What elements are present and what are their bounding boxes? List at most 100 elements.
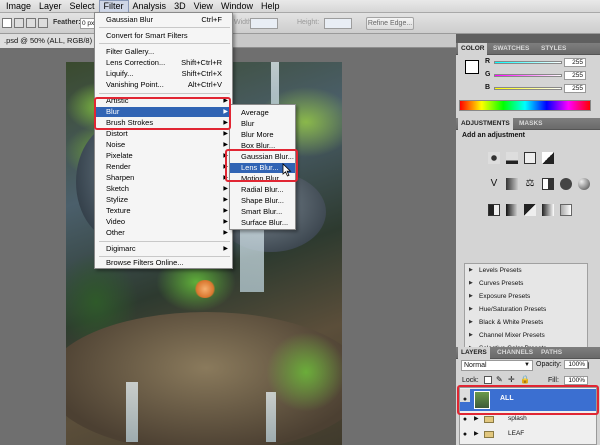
menu-item-distort[interactable]: Distort ▶ bbox=[95, 129, 232, 139]
lock-all-icon[interactable]: 🔒 bbox=[520, 376, 530, 384]
menu-item-label: Vanishing Point... bbox=[106, 80, 164, 89]
menu-filter[interactable]: Filter bbox=[98, 0, 129, 13]
menu-item-noise[interactable]: Noise ▶ bbox=[95, 140, 232, 150]
menu-window[interactable]: Window bbox=[217, 0, 257, 13]
curves-icon[interactable] bbox=[524, 152, 536, 164]
menu-item-pixelate[interactable]: Pixelate ▶ bbox=[95, 151, 232, 161]
shortcut: Shift+Ctrl+R bbox=[181, 58, 222, 67]
menu-item-filter-gallery[interactable]: Filter Gallery... bbox=[95, 47, 232, 57]
color-panel-tabs: COLOR SWATCHES STYLES bbox=[456, 43, 600, 55]
document-tab[interactable]: .psd @ 50% (ALL, RGB/8) * bbox=[0, 34, 103, 48]
foreground-color-swatch[interactable] bbox=[465, 60, 479, 74]
tab-paths[interactable]: PATHS bbox=[538, 347, 565, 359]
menu-help[interactable]: Help bbox=[257, 0, 284, 13]
shortcut: Alt+Ctrl+V bbox=[187, 80, 222, 89]
submenu-item-blur-more[interactable]: Blur More bbox=[230, 130, 295, 140]
expand-arrow-icon[interactable]: ▶ bbox=[474, 430, 479, 437]
preset-hue-saturation[interactable]: Hue/Saturation Presets bbox=[466, 304, 586, 315]
preset-black-white[interactable]: Black & White Presets bbox=[466, 317, 586, 328]
opacity-field[interactable]: 100% bbox=[564, 360, 588, 369]
threshold-icon[interactable] bbox=[524, 204, 536, 216]
brightness-contrast-icon[interactable] bbox=[488, 152, 500, 164]
selection-intersect-icon[interactable] bbox=[38, 18, 48, 28]
channel-r-slider[interactable] bbox=[494, 61, 562, 64]
preset-exposure[interactable]: Exposure Presets bbox=[466, 291, 586, 302]
tab-channels[interactable]: CHANNELS bbox=[494, 347, 536, 359]
channel-r-value[interactable]: 255 bbox=[564, 58, 586, 67]
selection-add-icon[interactable] bbox=[14, 18, 24, 28]
tab-color[interactable]: COLOR bbox=[458, 43, 488, 55]
channel-g-value[interactable]: 255 bbox=[564, 71, 586, 80]
submenu-item-surface-blur[interactable]: Surface Blur... bbox=[230, 218, 295, 228]
layer-row-leaf[interactable]: ● ▶ LEAF bbox=[460, 428, 596, 441]
menu-layer[interactable]: Layer bbox=[35, 0, 66, 13]
exposure-icon[interactable] bbox=[542, 152, 554, 164]
invert-icon[interactable] bbox=[488, 204, 500, 216]
color-spectrum-ramp[interactable] bbox=[459, 100, 591, 111]
color-balance-icon[interactable]: ⚖ bbox=[524, 178, 536, 190]
adjustments-heading: Add an adjustment bbox=[462, 132, 526, 139]
lock-position-icon[interactable]: ✛ bbox=[508, 376, 516, 384]
menu-item-liquify[interactable]: Liquify... Shift+Ctrl+X bbox=[95, 69, 232, 79]
preset-curves[interactable]: Curves Presets bbox=[466, 278, 586, 289]
menu-item-sketch[interactable]: Sketch ▶ bbox=[95, 184, 232, 194]
submenu-item-shape-blur[interactable]: Shape Blur... bbox=[230, 196, 295, 206]
menu-analysis[interactable]: Analysis bbox=[129, 0, 171, 13]
menu-item-sharpen[interactable]: Sharpen ▶ bbox=[95, 173, 232, 183]
channel-b-value[interactable]: 255 bbox=[564, 84, 586, 93]
menu-item-video[interactable]: Video ▶ bbox=[95, 217, 232, 227]
selective-color-icon[interactable] bbox=[560, 204, 572, 216]
menu-image[interactable]: Image bbox=[2, 0, 35, 13]
lock-pixels-icon[interactable]: ✎ bbox=[496, 376, 504, 384]
fill-field[interactable]: 100% bbox=[564, 376, 588, 385]
menu-item-convert-smart-filters[interactable]: Convert for Smart Filters bbox=[95, 31, 232, 41]
fill-label: Fill: bbox=[548, 377, 559, 384]
menu-item-other[interactable]: Other ▶ bbox=[95, 228, 232, 238]
lock-transparency-icon[interactable] bbox=[484, 376, 492, 384]
levels-icon[interactable] bbox=[506, 152, 518, 164]
hue-saturation-icon[interactable] bbox=[506, 178, 518, 190]
vibrance-icon[interactable]: V bbox=[488, 178, 500, 190]
tab-masks[interactable]: MASKS bbox=[516, 118, 545, 130]
submenu-item-average[interactable]: Average bbox=[230, 108, 295, 118]
menu-item-digimarc[interactable]: Digimarc ▶ bbox=[95, 244, 232, 254]
photo-filter-icon[interactable] bbox=[560, 178, 572, 190]
submenu-item-radial-blur[interactable]: Radial Blur... bbox=[230, 185, 295, 195]
height-field[interactable] bbox=[324, 18, 352, 29]
selection-subtract-icon[interactable] bbox=[26, 18, 36, 28]
selection-mode-icon[interactable] bbox=[2, 18, 12, 28]
channel-g-slider[interactable] bbox=[494, 74, 562, 77]
tab-styles[interactable]: STYLES bbox=[538, 43, 569, 55]
menu-item-lens-correction[interactable]: Lens Correction... Shift+Ctrl+R bbox=[95, 58, 232, 68]
preset-levels[interactable]: Levels Presets bbox=[466, 265, 586, 276]
menu-item-gaussian-blur[interactable]: Gaussian Blur Ctrl+F bbox=[95, 15, 232, 25]
menu-item-render[interactable]: Render ▶ bbox=[95, 162, 232, 172]
channel-mixer-icon[interactable] bbox=[578, 178, 590, 190]
tab-adjustments[interactable]: ADJUSTMENTS bbox=[458, 118, 513, 130]
menu-item-vanishing-point[interactable]: Vanishing Point... Alt+Ctrl+V bbox=[95, 80, 232, 90]
menu-3d[interactable]: 3D bbox=[170, 0, 190, 13]
submenu-item-smart-blur[interactable]: Smart Blur... bbox=[230, 207, 295, 217]
tab-layers[interactable]: LAYERS bbox=[458, 347, 490, 359]
menu-item-stylize[interactable]: Stylize ▶ bbox=[95, 195, 232, 205]
submenu-arrow-icon: ▶ bbox=[223, 208, 228, 214]
tab-swatches[interactable]: SWATCHES bbox=[490, 43, 532, 55]
posterize-icon[interactable] bbox=[506, 204, 518, 216]
menu-select[interactable]: Select bbox=[66, 0, 99, 13]
channel-b-slider[interactable] bbox=[494, 87, 562, 90]
gradient-map-icon[interactable] bbox=[542, 204, 554, 216]
width-field[interactable] bbox=[250, 18, 278, 29]
preset-channel-mixer[interactable]: Channel Mixer Presets bbox=[466, 330, 586, 341]
black-white-icon[interactable] bbox=[542, 178, 554, 190]
menu-separator bbox=[99, 27, 230, 28]
layer-name: LEAF bbox=[508, 430, 525, 437]
expand-arrow-icon[interactable]: ▶ bbox=[474, 415, 479, 422]
submenu-item-blur[interactable]: Blur bbox=[230, 119, 295, 129]
menu-item-browse-filters-online[interactable]: Browse Filters Online... bbox=[95, 258, 232, 268]
menu-item-texture[interactable]: Texture ▶ bbox=[95, 206, 232, 216]
refine-edge-button[interactable]: Refine Edge... bbox=[366, 17, 414, 30]
blend-mode-select[interactable]: Normal ▼ bbox=[461, 360, 533, 371]
menu-item-label: Lens Correction... bbox=[106, 58, 166, 67]
menu-view[interactable]: View bbox=[190, 0, 217, 13]
visibility-eye-icon[interactable]: ● bbox=[460, 428, 470, 441]
